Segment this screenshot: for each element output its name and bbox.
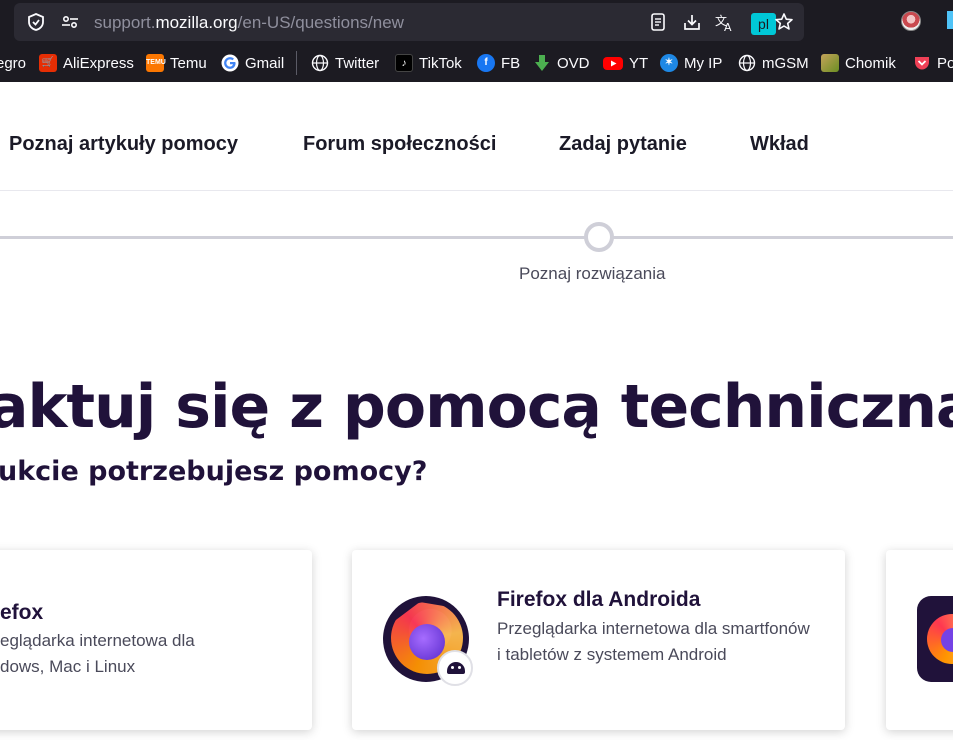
youtube-icon [603,57,623,70]
svg-text:A: A [724,21,732,32]
bookmark-label: Po [937,54,953,72]
firefox-ios-logo-icon [917,596,953,682]
facebook-icon: f [477,54,495,72]
bookmark-label: AliExpress [63,54,134,72]
page-title: aktuj się z pomocą techniczną [0,372,953,442]
bookmarks-separator [296,51,297,75]
bookmark-label: YT [629,54,649,72]
bookmark-label: Temu [170,54,207,72]
save-page-icon[interactable] [682,12,702,32]
bookmark-tiktok[interactable]: ♪ TikTok [395,44,462,82]
bookmark-label: FB [501,54,521,72]
progress-step-label: Poznaj rozwiązania [519,264,666,283]
card-title: efox [0,601,44,624]
firefox-logo-icon [383,596,473,686]
card-description: Przeglądarka internetowa dla smartfonów … [497,619,810,664]
progress-track [0,236,953,239]
google-icon [221,54,239,72]
card-description-line: eglądarka internetowa dla [0,631,195,650]
bookmark-gmail[interactable]: Gmail [221,44,284,82]
myip-icon: ✶ [660,54,678,72]
bookmark-label: Twitter [335,54,380,72]
progress-step-node [584,222,614,252]
globe-icon [311,54,329,72]
nav-contribute[interactable]: Wkład [750,133,809,156]
product-card-firefox-android[interactable]: Firefox dla Androida Przeglądarka intern… [352,550,845,730]
bookmark-star-icon[interactable] [774,12,794,32]
extension-icon[interactable] [947,11,953,29]
url-path: /en-US/questions/new [237,13,404,32]
nav-community-forum[interactable]: Forum społeczności [303,133,496,156]
translate-language-badge[interactable]: pl [751,13,776,35]
shield-icon[interactable] [26,12,46,32]
product-card-partial[interactable] [886,550,953,730]
url-text[interactable]: support.mozilla.org/en-US/questions/new [94,13,404,33]
pocket-icon [915,57,929,70]
bookmark-label: egro [0,54,27,72]
reader-view-icon[interactable] [648,12,668,32]
chomik-icon [821,54,839,72]
bookmark-label: OVD [557,54,590,72]
bookmark-label: mGSM [762,54,809,72]
browser-toolbar: support.mozilla.org/en-US/questions/new … [0,0,953,44]
bookmarks-toolbar: egro 🛒 AliExpress TEMU Temu Gmail Twitte… [0,44,953,82]
download-arrow-icon [535,55,549,71]
url-prefix: support. [94,13,156,32]
nav-explore-articles[interactable]: Poznaj artykuły pomocy [9,133,238,156]
card-title: Firefox dla Androida [497,588,701,611]
bookmark-chomik[interactable]: Chomik [821,44,896,82]
nav-ask-question[interactable]: Zadaj pytanie [559,133,687,156]
bookmark-ovd[interactable]: OVD [533,44,590,82]
bookmark-aliexpress[interactable]: 🛒 AliExpress [39,44,134,82]
card-description: eglądarka internetowa dla dows, Mac i Li… [0,628,195,680]
bookmark-allegro[interactable]: egro [0,44,26,82]
bookmark-label: TikTok [419,54,462,72]
globe-icon [738,54,756,72]
url-bar[interactable]: support.mozilla.org/en-US/questions/new … [14,3,804,41]
url-domain: mozilla.org [155,13,238,32]
page-subtitle: ukcie potrzebujesz pomocy? [0,456,428,487]
bookmark-twitter[interactable]: Twitter [311,44,379,82]
bookmark-fb[interactable]: f FB [477,44,520,82]
bookmark-mgsm[interactable]: mGSM [738,44,809,82]
android-icon [437,650,473,686]
aliexpress-icon: 🛒 [39,54,57,72]
bookmark-label: Gmail [245,54,285,72]
account-avatar[interactable] [901,11,921,31]
bookmark-label: Chomik [845,54,896,72]
permissions-icon[interactable] [60,12,80,32]
tiktok-icon: ♪ [395,54,413,72]
product-card-firefox[interactable]: efox eglądarka internetowa dla dows, Mac… [0,550,312,730]
card-description-line: dows, Mac i Linux [0,657,136,676]
bookmark-temu[interactable]: TEMU Temu [146,44,207,82]
temu-icon: TEMU [146,54,166,72]
bookmark-myip[interactable]: ✶ My IP [660,44,722,82]
bookmark-yt[interactable]: YT [603,44,648,82]
translate-icon[interactable]: 文 A [714,12,734,32]
bookmark-label: My IP [684,54,723,72]
site-navigation: Poznaj artykuły pomocy Forum społecznośc… [0,82,953,191]
bookmark-pocket[interactable]: Po [913,44,953,82]
